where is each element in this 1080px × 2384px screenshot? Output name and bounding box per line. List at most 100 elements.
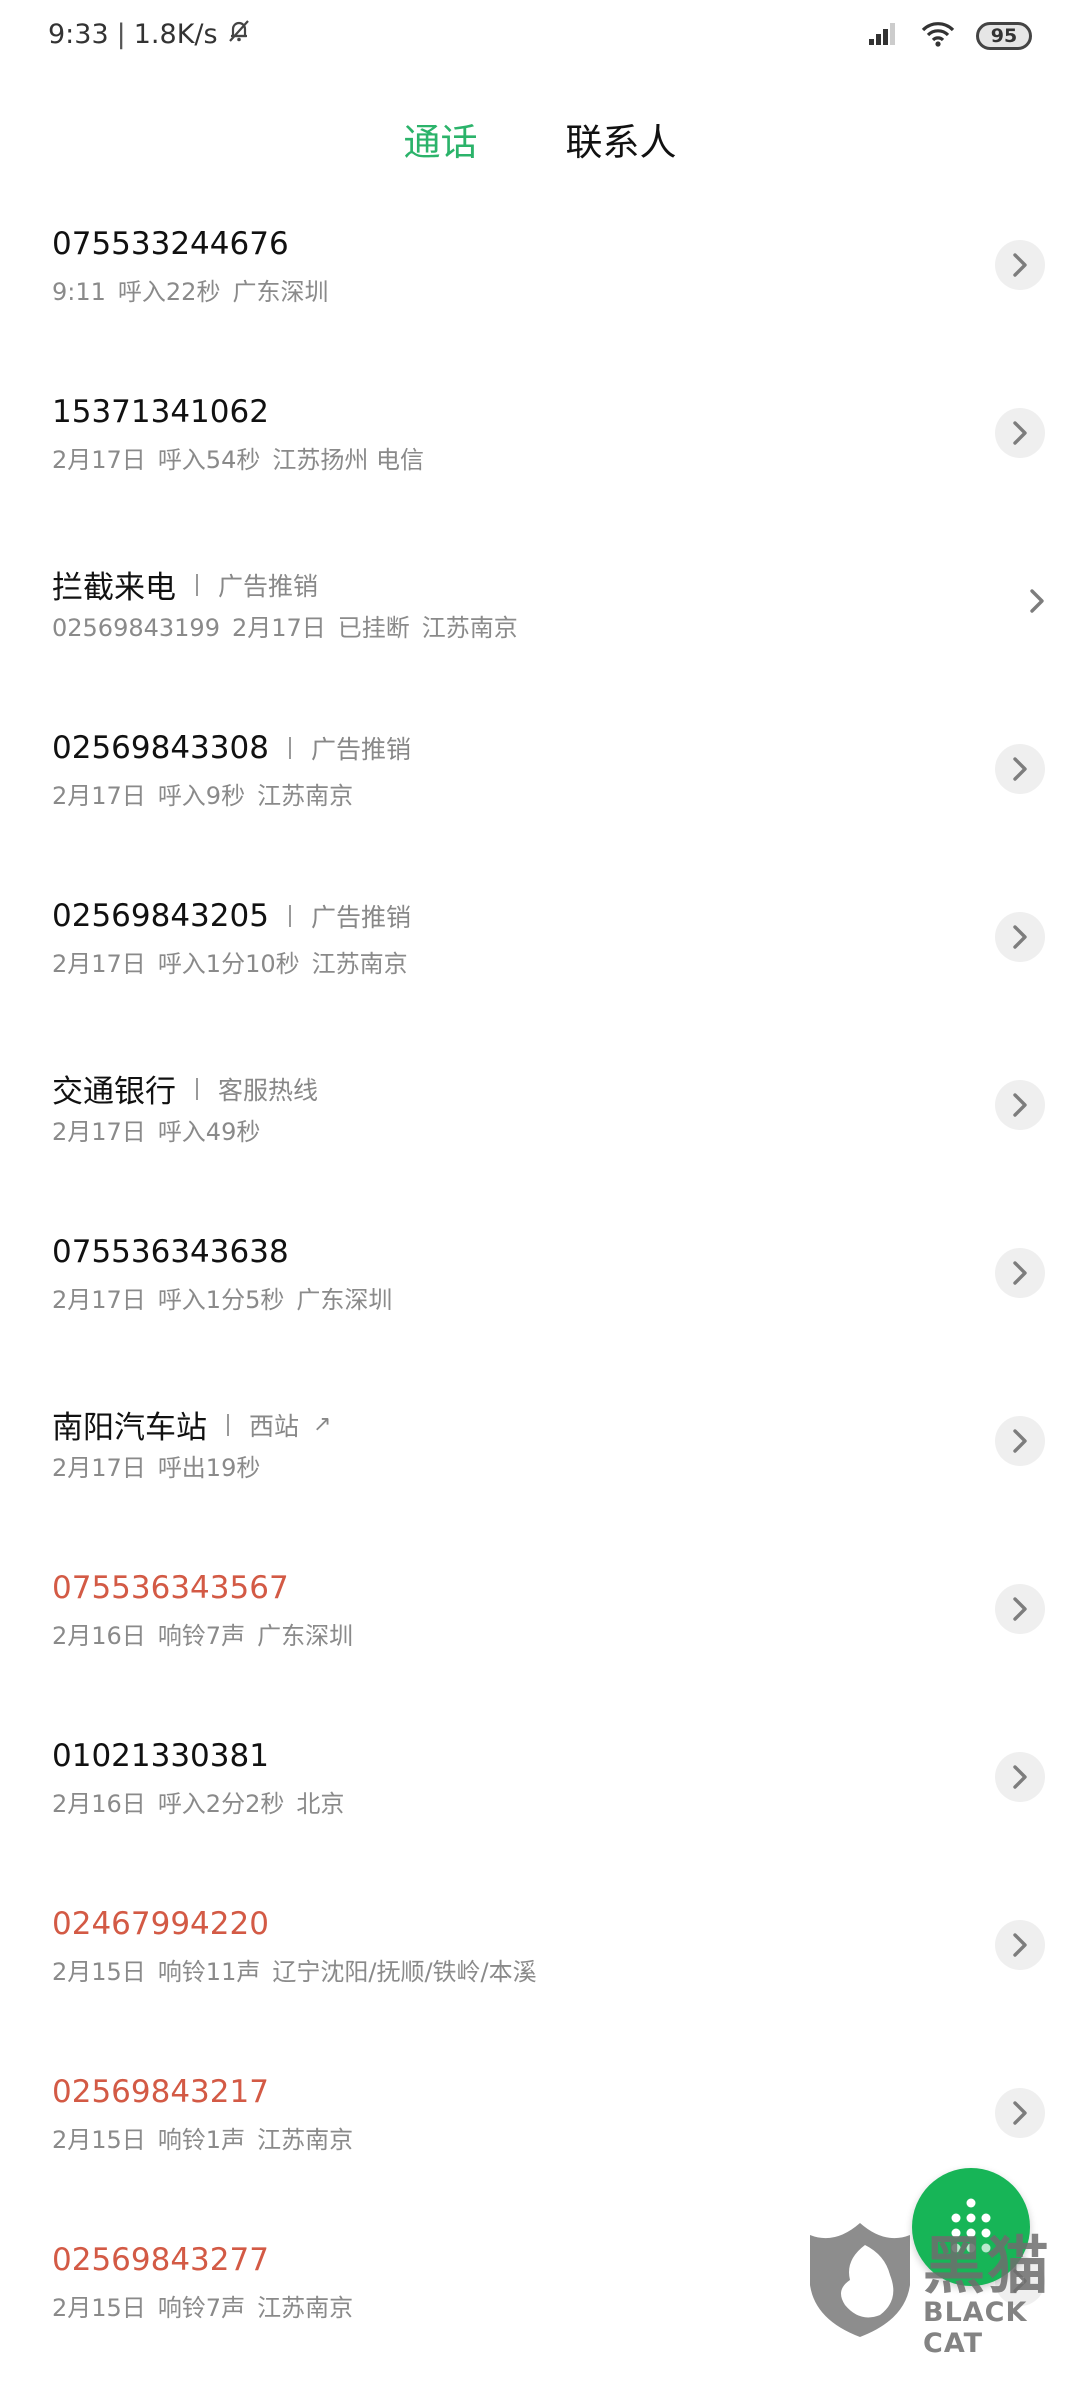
call-title-line: 02569843217 xyxy=(52,2074,269,2110)
clock: 9:33 xyxy=(48,19,109,50)
call-title-line: 交通银行 客服热线 xyxy=(52,1066,318,1111)
call-detail-button[interactable] xyxy=(1012,576,1062,626)
call-detail-item: 2月17日 xyxy=(52,950,146,978)
call-details: 02569843199 2月17日 已挂断 江苏南京 xyxy=(52,608,530,643)
dialpad-button[interactable] xyxy=(912,2168,1030,2286)
call-log-row[interactable]: 02569843217 2月15日 响铃1声 江苏南京 xyxy=(0,2048,1080,2216)
call-log-row[interactable]: 交通银行 客服热线 2月17日 呼入49秒 xyxy=(0,1040,1080,1208)
call-title-line: 02467994220 xyxy=(52,1906,269,1942)
call-detail-button[interactable] xyxy=(995,1920,1045,1970)
chevron-right-icon xyxy=(1013,925,1027,949)
call-detail-item: 2月15日 xyxy=(52,2294,146,2322)
call-detail-button[interactable] xyxy=(995,1752,1045,1802)
call-log-row[interactable]: 01021330381 2月16日 呼入2分2秒 北京 xyxy=(0,1712,1080,1880)
chevron-right-icon xyxy=(1013,1765,1027,1789)
caller-name: 15371341062 xyxy=(52,394,269,430)
outgoing-arrow-icon: ↗ xyxy=(313,1412,332,1437)
call-detail-button[interactable] xyxy=(995,1416,1045,1466)
call-detail-button[interactable] xyxy=(995,1248,1045,1298)
call-detail-button[interactable] xyxy=(995,240,1045,290)
chevron-right-icon xyxy=(1013,1093,1027,1117)
call-detail-item: 呼入54秒 xyxy=(157,446,261,474)
network-speed: 1.8K/s xyxy=(133,19,218,50)
call-log-row[interactable]: 02569843205 广告推销 2月17日 呼入1分10秒 江苏南京 xyxy=(0,872,1080,1040)
call-detail-item: 江苏南京 xyxy=(257,2294,354,2322)
call-detail-item: 02569843199 xyxy=(52,614,220,642)
call-detail-button[interactable] xyxy=(995,1584,1045,1634)
call-title-line: 075536343567 xyxy=(52,1570,289,1606)
caller-tag: 广告推销 xyxy=(218,571,319,601)
call-detail-item: 2月17日 xyxy=(231,614,326,642)
call-details: 2月15日 响铃11声 辽宁沈阳/抚顺/铁岭/本溪 xyxy=(52,1952,549,1987)
call-detail-item: 呼入1分10秒 xyxy=(157,950,300,978)
call-title-line: 拦截来电 广告推销 xyxy=(52,562,318,607)
tag-divider xyxy=(227,1413,229,1436)
call-log-row[interactable]: 15371341062 2月17日 呼入54秒 江苏扬州 电信 xyxy=(0,368,1080,536)
call-detail-button[interactable] xyxy=(995,1080,1045,1130)
call-detail-item: 广东深圳 xyxy=(257,1622,354,1650)
silent-bell-icon xyxy=(226,18,252,51)
call-detail-item: 2月17日 xyxy=(52,1286,146,1314)
call-detail-item: 2月15日 xyxy=(52,1958,146,1986)
caller-tag: 西站 xyxy=(249,1411,300,1441)
call-detail-item: 9:11 xyxy=(52,278,106,306)
call-detail-item: 广东深圳 xyxy=(232,278,329,306)
call-detail-item: 2月17日 xyxy=(52,446,146,474)
call-detail-item: 江苏南京 xyxy=(257,2126,354,2154)
call-log-row[interactable]: 075536343567 2月16日 响铃7声 广东深圳 xyxy=(0,1544,1080,1712)
call-detail-item: 辽宁沈阳/抚顺/铁岭/本溪 xyxy=(272,1958,537,1986)
call-detail-button[interactable] xyxy=(995,2088,1045,2138)
call-details: 2月15日 响铃1声 江苏南京 xyxy=(52,2120,365,2155)
status-bar: 9:33 | 1.8K/s 95 xyxy=(0,0,1080,75)
call-detail-item: 北京 xyxy=(296,1790,345,1818)
call-detail-item: 江苏南京 xyxy=(257,782,354,810)
tag-divider xyxy=(288,737,291,759)
call-detail-item: 呼入1分5秒 xyxy=(157,1286,285,1314)
tag-divider xyxy=(196,573,198,596)
call-detail-button[interactable] xyxy=(995,912,1045,962)
caller-name: 075536343638 xyxy=(52,1234,289,1270)
caller-name: 02569843205 xyxy=(52,898,269,934)
call-detail-item: 2月17日 xyxy=(52,1118,146,1146)
call-detail-item: 广东深圳 xyxy=(296,1286,393,1314)
call-detail-item: 响铃7声 xyxy=(157,2294,246,2322)
status-separator: | xyxy=(116,19,126,50)
caller-tag: 广告推销 xyxy=(310,735,411,764)
call-detail-item: 2月17日 xyxy=(52,1454,146,1482)
call-log-row[interactable]: 02467994220 2月15日 响铃11声 辽宁沈阳/抚顺/铁岭/本溪 xyxy=(0,1880,1080,2048)
call-detail-item: 2月16日 xyxy=(52,1622,146,1650)
call-details: 2月17日 呼入9秒 江苏南京 xyxy=(52,776,365,811)
tab-calls[interactable]: 通话 xyxy=(400,112,482,166)
chevron-right-icon xyxy=(1013,757,1027,781)
call-detail-button[interactable] xyxy=(995,744,1045,794)
chevron-right-icon xyxy=(1013,1261,1027,1285)
call-title-line: 075533244676 xyxy=(52,226,289,262)
call-title-line: 南阳汽车站 西站 ↗ xyxy=(52,1402,331,1447)
call-details: 9:11 呼入22秒 广东深圳 xyxy=(52,272,340,307)
call-detail-item: 2月16日 xyxy=(52,1790,146,1818)
chevron-right-icon xyxy=(1030,589,1044,613)
call-detail-item: 江苏南京 xyxy=(311,950,408,978)
call-detail-item: 已挂断 xyxy=(337,614,410,642)
call-title-line: 02569843205 广告推销 xyxy=(52,898,411,934)
call-detail-button[interactable] xyxy=(995,408,1045,458)
caller-name: 南阳汽车站 xyxy=(52,1410,207,1446)
call-log-row[interactable]: 02569843308 广告推销 2月17日 呼入9秒 江苏南京 xyxy=(0,704,1080,872)
call-details: 2月17日 呼入1分5秒 广东深圳 xyxy=(52,1280,404,1315)
call-detail-item: 呼入9秒 xyxy=(157,782,246,810)
call-detail-item: 响铃11声 xyxy=(157,1958,261,1986)
chevron-right-icon xyxy=(1013,421,1027,445)
tag-divider xyxy=(196,1077,198,1100)
call-log-row[interactable]: 075536343638 2月17日 呼入1分5秒 广东深圳 xyxy=(0,1208,1080,1376)
tab-bar: 通话 联系人 xyxy=(0,112,1080,166)
caller-name: 02569843308 xyxy=(52,730,269,766)
chevron-right-icon xyxy=(1013,1429,1027,1453)
call-log-row[interactable]: 拦截来电 广告推销 02569843199 2月17日 已挂断 江苏南京 xyxy=(0,536,1080,704)
call-log-row[interactable]: 南阳汽车站 西站 ↗ 2月17日 呼出19秒 xyxy=(0,1376,1080,1544)
tab-contacts[interactable]: 联系人 xyxy=(562,112,681,166)
call-detail-item: 呼入49秒 xyxy=(157,1118,261,1146)
call-details: 2月17日 呼入54秒 江苏扬州 电信 xyxy=(52,440,436,475)
battery-indicator: 95 xyxy=(976,22,1032,50)
call-title-line: 01021330381 xyxy=(52,1738,269,1774)
call-log-row[interactable]: 075533244676 9:11 呼入22秒 广东深圳 xyxy=(0,200,1080,368)
